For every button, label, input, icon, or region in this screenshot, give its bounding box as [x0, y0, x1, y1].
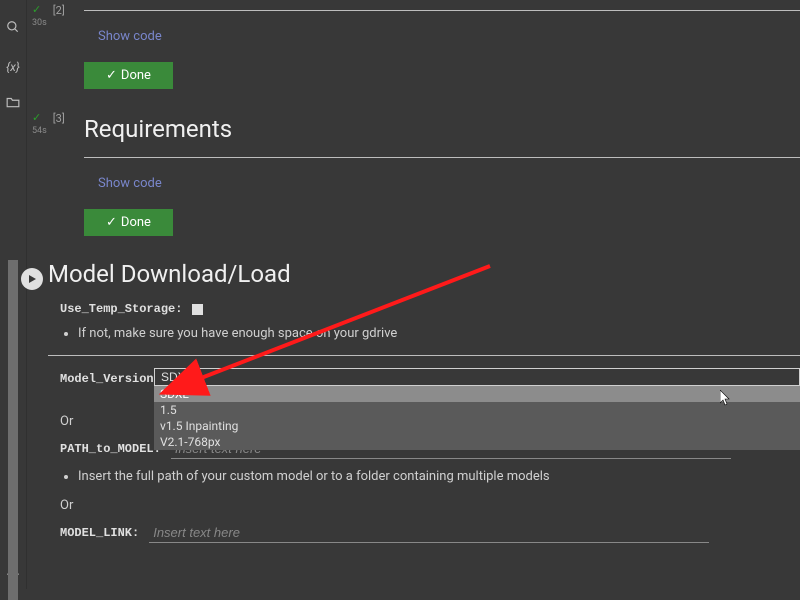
- note-list: If not, make sure you have enough space …: [78, 326, 800, 341]
- use-temp-storage-label: Use_Temp_Storage:: [60, 302, 182, 316]
- separator: [48, 355, 800, 356]
- model-version-selected[interactable]: SDXL: [154, 368, 800, 386]
- or-label: Or: [60, 498, 800, 513]
- check-icon: ✓: [106, 68, 117, 83]
- cell-duration: 30s: [32, 18, 47, 28]
- model-version-options: SDXL 1.5 v1.5 Inpainting V2.1-768px: [154, 386, 800, 450]
- cell-model-download: Model Download/Load Use_Temp_Storage: If…: [48, 260, 800, 543]
- check-icon: ✓: [32, 4, 47, 15]
- cell-index: [3]: [53, 112, 65, 125]
- cell-index: [2]: [53, 4, 65, 17]
- cell-duration: 54s: [32, 126, 47, 136]
- dropdown-option[interactable]: SDXL: [154, 386, 800, 402]
- done-button[interactable]: ✓ Done: [84, 62, 173, 89]
- done-label: Done: [121, 215, 151, 230]
- model-version-label: Model_Version:: [60, 372, 161, 386]
- cell-active-strip: [8, 260, 18, 600]
- separator: [84, 157, 800, 158]
- model-link-label: MODEL_LINK:: [60, 526, 139, 540]
- use-temp-storage-checkbox[interactable]: [192, 304, 203, 315]
- check-icon: ✓: [106, 215, 117, 230]
- use-temp-storage-row: Use_Temp_Storage:: [60, 302, 800, 316]
- path-to-model-label: PATH_to_MODEL:: [60, 442, 161, 456]
- model-link-input[interactable]: [149, 523, 709, 543]
- folder-icon[interactable]: [6, 96, 20, 112]
- note-list: Insert the full path of your custom mode…: [78, 469, 800, 484]
- note-item: Insert the full path of your custom mode…: [78, 469, 800, 484]
- done-label: Done: [121, 68, 151, 83]
- section-title-requirements: Requirements: [84, 115, 800, 143]
- variables-icon[interactable]: {x}: [6, 60, 20, 74]
- show-code-link[interactable]: Show code: [98, 29, 162, 44]
- dropdown-option[interactable]: V2.1-768px: [154, 434, 800, 450]
- dropdown-option[interactable]: 1.5: [154, 402, 800, 418]
- done-button[interactable]: ✓ Done: [84, 209, 173, 236]
- run-cell-button[interactable]: [21, 268, 43, 290]
- search-icon[interactable]: [6, 20, 20, 38]
- notebook-content: Show code ✓ Done Requirements Show code ✓…: [84, 0, 800, 553]
- model-link-row: MODEL_LINK:: [60, 523, 800, 543]
- dropdown-option[interactable]: v1.5 Inpainting: [154, 418, 800, 434]
- show-code-link[interactable]: Show code: [98, 176, 162, 191]
- section-title-model-download: Model Download/Load: [48, 260, 800, 288]
- check-icon: ✓: [32, 112, 47, 123]
- separator: [84, 10, 800, 11]
- note-item: If not, make sure you have enough space …: [78, 326, 800, 341]
